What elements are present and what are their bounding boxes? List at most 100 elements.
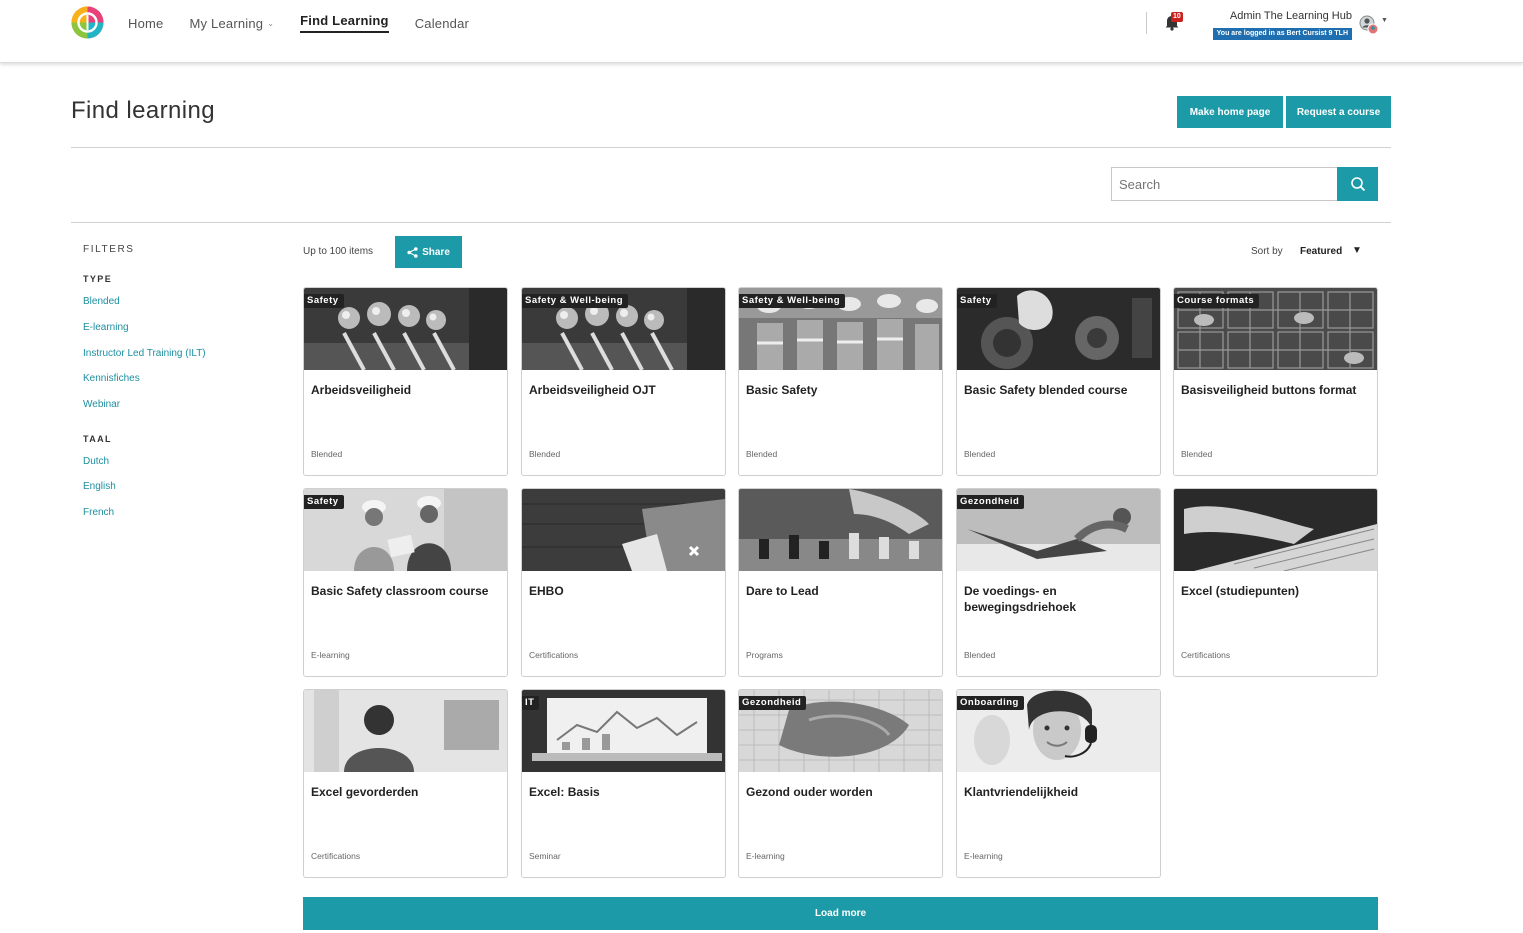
course-title[interactable]: De voedings- en bewegingsdriehoek — [964, 583, 1154, 615]
course-card[interactable]: Safety & Well-being Arbeidsveiligheid OJT… — [521, 287, 726, 476]
search-divider — [71, 222, 1391, 223]
course-card[interactable]: Safety & Well-being Basic Safety Blended — [738, 287, 943, 476]
nav-find-learning[interactable]: Find Learning — [300, 0, 389, 46]
course-card[interactable]: Gezondheid De voedings- en bewegingsdrieh… — [956, 488, 1161, 677]
course-category-tag: Safety — [957, 294, 997, 308]
filter-ilt[interactable]: Instructor Led Training (ILT) — [83, 348, 206, 359]
request-course-button[interactable]: Request a course — [1286, 96, 1391, 128]
search-button[interactable] — [1337, 167, 1378, 201]
filter-e-learning[interactable]: E-learning — [83, 322, 129, 333]
course-card[interactable]: Gezondheid Gezond ouder worden E-learning — [738, 689, 943, 878]
course-type: Certifications — [311, 851, 361, 861]
items-count: Up to 100 items — [303, 246, 374, 257]
nav-home[interactable]: Home — [128, 0, 163, 46]
course-category-tag: IT — [522, 696, 540, 710]
nav-my-learning[interactable]: My Learning ⌄ — [189, 0, 274, 46]
course-thumbnail — [522, 489, 725, 571]
filter-group-type: TYPE — [83, 274, 113, 284]
filter-kennisfiches[interactable]: Kennisfiches — [83, 373, 140, 384]
course-card[interactable]: Onboarding Klantvriendelijkheid E-learnin… — [956, 689, 1161, 878]
make-home-page-button[interactable]: Make home page — [1177, 96, 1283, 128]
course-category-tag: Safety & Well-being — [522, 294, 629, 308]
header-divider — [71, 147, 1391, 148]
chevron-down-icon: ⌄ — [267, 18, 275, 28]
impersonation-badge: You are logged in as Bert Cursist 9 TLH — [1212, 28, 1352, 40]
search-icon — [1350, 177, 1365, 192]
share-icon — [407, 246, 418, 258]
course-card[interactable]: Excel (studiepunten) Certifications — [1173, 488, 1378, 677]
course-card-image[interactable] — [522, 489, 725, 571]
course-title[interactable]: Excel: Basis — [529, 784, 719, 800]
filters-heading: FILTERS — [83, 244, 135, 255]
course-card-image[interactable] — [739, 489, 942, 571]
user-avatar-icon[interactable] — [1358, 14, 1380, 36]
user-name: Admin The Learning Hub — [1229, 10, 1352, 22]
course-category-tag: Gezondheid — [957, 495, 1025, 509]
course-thumbnail — [304, 690, 507, 772]
course-type: E-learning — [964, 851, 1003, 861]
sort-dropdown[interactable]: Featured — [1300, 246, 1342, 257]
course-type: Blended — [1181, 449, 1213, 459]
course-card[interactable]: Course formats Basisveiligheid buttons fo… — [1173, 287, 1378, 476]
search-input[interactable] — [1111, 167, 1338, 201]
course-type: Certifications — [529, 650, 579, 660]
course-title[interactable]: Dare to Lead — [746, 583, 936, 599]
course-thumbnail — [739, 489, 942, 571]
course-card[interactable]: EHBO Certifications — [521, 488, 726, 677]
course-title[interactable]: Arbeidsveiligheid OJT — [529, 382, 719, 398]
user-menu-caret-icon[interactable]: ▼ — [1381, 17, 1388, 24]
course-title[interactable]: Basic Safety classroom course — [311, 583, 501, 599]
course-type: E-learning — [746, 851, 785, 861]
notification-count-badge: 10 — [1171, 12, 1183, 22]
course-type: Blended — [964, 449, 996, 459]
course-card[interactable]: Safety Basic Safety blended course Blende… — [956, 287, 1161, 476]
course-type: Programs — [746, 650, 783, 660]
sort-caret-icon[interactable]: ▼ — [1352, 245, 1362, 256]
load-more-button[interactable]: Load more — [303, 897, 1378, 930]
course-card[interactable]: Excel gevorderden Certifications — [303, 689, 508, 878]
course-card[interactable]: IT Excel: Basis Seminar — [521, 689, 726, 878]
filter-webinar[interactable]: Webinar — [83, 399, 120, 410]
page-title: Find learning — [71, 97, 215, 124]
course-title[interactable]: Basic Safety blended course — [964, 382, 1154, 398]
course-title[interactable]: Excel (studiepunten) — [1181, 583, 1371, 599]
course-title[interactable]: Gezond ouder worden — [746, 784, 936, 800]
course-type: E-learning — [311, 650, 350, 660]
filter-dutch[interactable]: Dutch — [83, 456, 109, 467]
course-category-tag: Safety — [304, 294, 344, 308]
course-type: Blended — [311, 449, 343, 459]
app-logo-icon[interactable] — [71, 6, 104, 39]
course-card-image[interactable] — [1174, 489, 1377, 571]
course-title[interactable]: Basisveiligheid buttons format — [1181, 382, 1371, 398]
nav-calendar[interactable]: Calendar — [415, 0, 469, 46]
nav-divider — [1146, 12, 1147, 34]
course-title[interactable]: EHBO — [529, 583, 719, 599]
course-category-tag: Onboarding — [957, 696, 1024, 710]
course-type: Blended — [746, 449, 778, 459]
course-card-image[interactable] — [304, 690, 507, 772]
course-card[interactable]: Safety Arbeidsveiligheid Blended — [303, 287, 508, 476]
top-navigation-bar: Home My Learning ⌄ Find Learning Calendar… — [0, 0, 1523, 63]
filter-french[interactable]: French — [83, 507, 114, 518]
course-category-tag: Safety & Well-being — [739, 294, 846, 308]
course-card[interactable]: Safety Basic Safety classroom course E-le… — [303, 488, 508, 677]
course-title[interactable]: Basic Safety — [746, 382, 936, 398]
course-title[interactable]: Arbeidsveiligheid — [311, 382, 501, 398]
course-category-tag: Gezondheid — [739, 696, 807, 710]
course-type: Blended — [964, 650, 996, 660]
course-type: Certifications — [1181, 650, 1231, 660]
course-type: Seminar — [529, 851, 561, 861]
filter-english[interactable]: English — [83, 481, 116, 492]
filter-blended[interactable]: Blended — [83, 296, 120, 307]
filter-group-taal: TAAL — [83, 434, 112, 444]
course-category-tag: Course formats — [1174, 294, 1260, 308]
course-type: Blended — [529, 449, 561, 459]
course-category-tag: Safety — [304, 495, 344, 509]
course-title[interactable]: Klantvriendelijkheid — [964, 784, 1154, 800]
course-thumbnail — [1174, 489, 1377, 571]
course-title[interactable]: Excel gevorderden — [311, 784, 501, 800]
course-card[interactable]: Dare to Lead Programs — [738, 488, 943, 677]
share-button[interactable]: Share — [395, 236, 462, 268]
course-card-image[interactable] — [522, 690, 725, 772]
course-thumbnail — [522, 690, 725, 772]
